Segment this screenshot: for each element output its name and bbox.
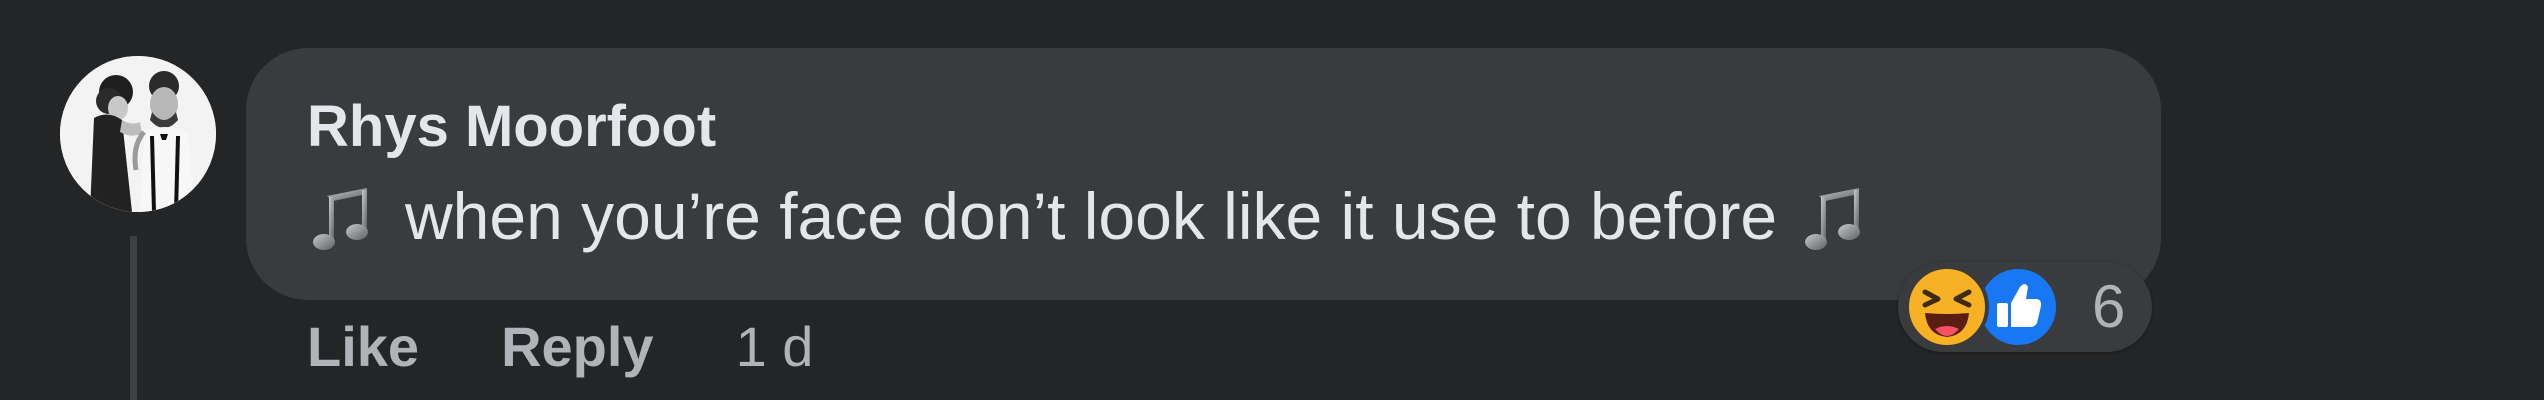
comment-bubble	[246, 48, 2161, 300]
comment-timestamp[interactable]: 1 d	[736, 312, 814, 382]
thread-line	[130, 236, 137, 400]
comment-text: when you’re face don’t look like it use …	[307, 176, 1871, 256]
like-button[interactable]: Like	[307, 312, 419, 382]
comment-actions: Like Reply 1 d	[307, 312, 813, 382]
comment-message: when you’re face don’t look like it use …	[405, 179, 1778, 253]
reactions-summary[interactable]: 6	[1898, 262, 2152, 352]
reply-button[interactable]: Reply	[501, 312, 654, 382]
reaction-count: 6	[2092, 273, 2126, 340]
haha-icon	[1905, 265, 1989, 349]
avatar[interactable]	[60, 56, 216, 212]
music-note-icon	[1799, 176, 1871, 256]
music-note-icon	[307, 176, 379, 256]
comment-author[interactable]: Rhys Moorfoot	[307, 92, 716, 162]
